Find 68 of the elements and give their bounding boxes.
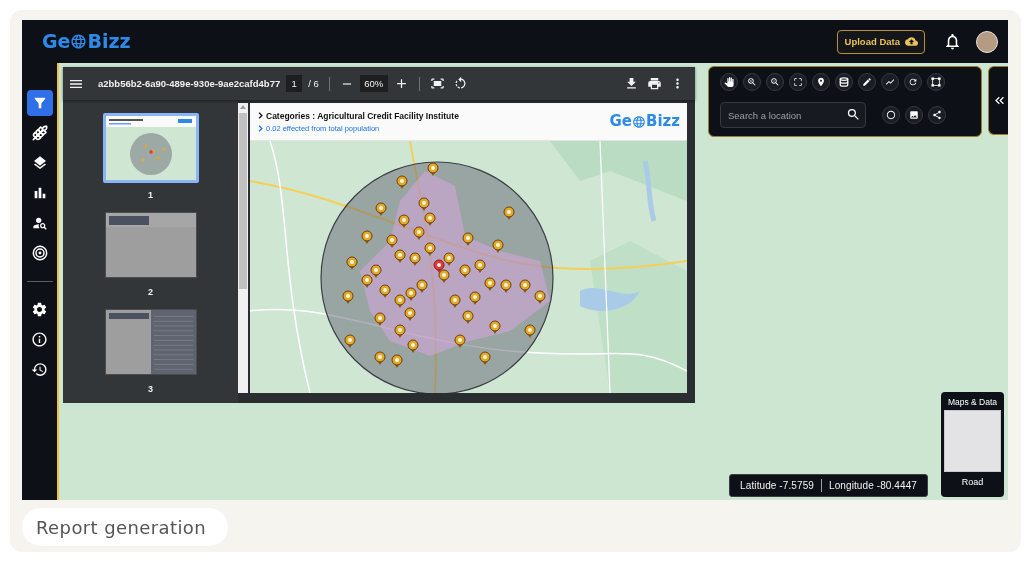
focus-frame-icon: [793, 77, 803, 87]
page-thumbnail[interactable]: [102, 113, 199, 183]
page-thumbnail[interactable]: [105, 310, 196, 374]
latitude-text: Latitude -7.5759: [740, 480, 814, 491]
report-title: Categories : Agricultural Credit Facility Institute: [266, 110, 459, 121]
map-pin-icon: [816, 77, 826, 87]
page-total: / 6: [308, 78, 319, 89]
logo-text: Ge: [609, 114, 632, 129]
hand-tool-button[interactable]: [720, 73, 738, 91]
user-search-icon: [31, 215, 48, 231]
layers-icon: [31, 155, 48, 171]
database-tool-button[interactable]: [835, 73, 853, 91]
print-icon[interactable]: [647, 76, 662, 91]
vector-square-tool-button[interactable]: [927, 73, 945, 91]
cloud-upload-icon: [905, 35, 918, 48]
page-thumbnail[interactable]: [105, 213, 196, 277]
logo-text: Bizz: [87, 32, 131, 51]
scrollbar-thumb[interactable]: [239, 113, 247, 289]
download-icon[interactable]: [624, 76, 639, 91]
line-chart-icon: [885, 77, 895, 87]
refresh-tool-button[interactable]: [904, 73, 922, 91]
longitude-text: Longitude -80.4447: [829, 480, 917, 491]
logo-text: Ge: [42, 32, 71, 51]
zoom-out-tool-button[interactable]: [766, 73, 784, 91]
page-number-field[interactable]: 1: [286, 75, 303, 92]
filter-button[interactable]: [26, 90, 53, 116]
share-icon: [932, 110, 942, 120]
database-icon: [839, 77, 849, 87]
image-icon: [909, 110, 919, 120]
zoom-field[interactable]: 60%: [359, 75, 388, 92]
page-number-label: 2: [148, 286, 153, 298]
wheat-icon: [31, 125, 48, 141]
settings-icon: [31, 300, 48, 318]
globe-icon: [70, 33, 88, 50]
circle-tool-button[interactable]: [882, 106, 900, 124]
hand-icon: [724, 77, 734, 87]
map-pin-tool-button[interactable]: [812, 73, 830, 91]
fit-page-icon[interactable]: [429, 76, 445, 91]
bell-icon[interactable]: [943, 32, 962, 51]
pencil-tool-button[interactable]: [858, 73, 876, 91]
zoom-in-icon: [747, 77, 757, 87]
target-icon: [31, 245, 48, 261]
zoom-in-tool-button[interactable]: [743, 73, 761, 91]
search-field[interactable]: Search a location: [720, 102, 866, 128]
line-chart-tool-button[interactable]: [881, 73, 899, 91]
pencil-icon: [862, 77, 872, 87]
file-name: a2bb56b2-6a90-489e-930e-9ae2cafd4b77: [98, 78, 281, 89]
page-number-label: 3: [148, 383, 153, 395]
basemap-label: Road: [961, 477, 984, 487]
zoom-out-icon: [770, 77, 780, 87]
collapse-button[interactable]: [988, 66, 1008, 135]
image-tool-button[interactable]: [905, 106, 923, 124]
logo-text: Bizz: [645, 114, 680, 129]
map-thumbnail-placeholder: [944, 410, 1001, 472]
focus-frame-tool-button[interactable]: [789, 73, 807, 91]
upload-data-button[interactable]: Upload Data: [836, 29, 925, 54]
basemap-card[interactable]: Maps & Data Road: [941, 392, 1004, 497]
info-icon: [31, 330, 48, 348]
basemap-title: Maps & Data: [947, 397, 998, 407]
page-number-label: 1: [148, 189, 153, 201]
share-tool-button[interactable]: [928, 106, 946, 124]
caption-label: Report generation: [22, 508, 228, 546]
history-icon: [31, 360, 48, 378]
globe-icon: [631, 114, 646, 129]
vector-square-icon: [931, 77, 941, 87]
search-icon[interactable]: [846, 107, 861, 122]
user-avatar[interactable]: [976, 30, 998, 53]
refresh-icon: [908, 77, 918, 87]
